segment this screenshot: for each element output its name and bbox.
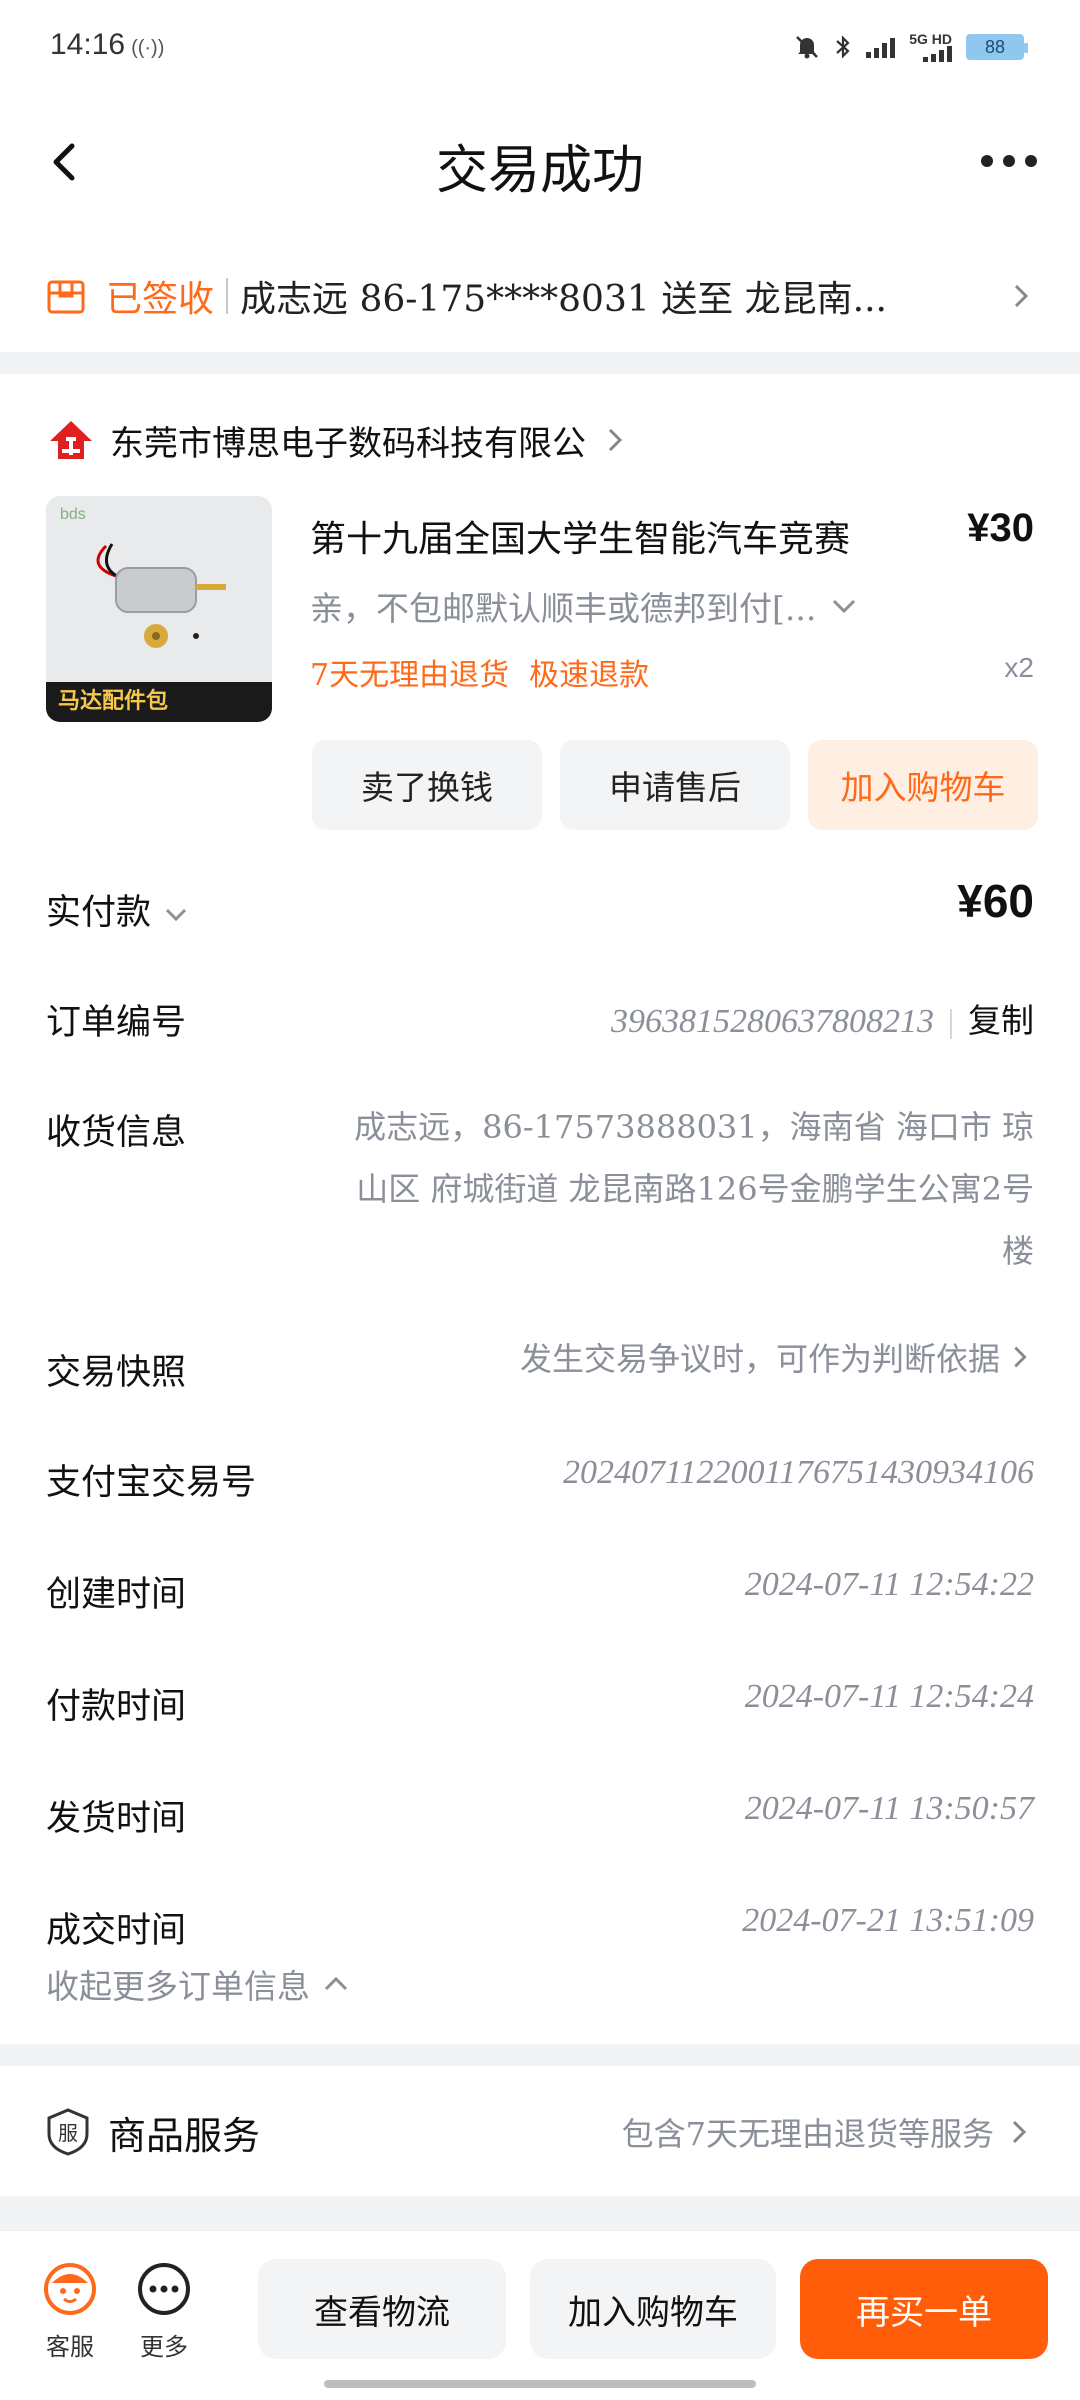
collapse-label: 收起更多订单信息 bbox=[46, 1967, 310, 2006]
motor-illustration bbox=[96, 543, 226, 648]
delivery-address-summary: 成志远 86-175****8031 送至 龙昆南... bbox=[240, 279, 887, 320]
deal-time-label: 成交时间 bbox=[46, 1911, 187, 1951]
network-type-label: 5G HD bbox=[909, 31, 952, 47]
snapshot-value: 发生交易争议时，可作为判断依据 bbox=[519, 1340, 1000, 1378]
product-card[interactable]: bds 马达配件包 第十九届全国大学生智能汽车竞赛 ¥30 亲，不包邮默认顺丰或… bbox=[46, 496, 1034, 726]
signal-icon-2: 5G HD bbox=[909, 32, 952, 62]
delivery-status-label: 已签收 bbox=[106, 279, 215, 320]
alipay-label: 支付宝交易号 bbox=[46, 1463, 257, 1503]
alipay-value: 2024071122001176751430934106 bbox=[563, 1454, 1034, 1491]
chevron-up-icon bbox=[324, 1976, 348, 1991]
address-label: 收货信息 bbox=[46, 1113, 187, 1153]
product-actions: 卖了换钱 申请售后 加入购物车 bbox=[312, 740, 1038, 830]
enterprise-icon bbox=[50, 421, 92, 459]
status-time: 14:16 ((·)) bbox=[50, 28, 164, 62]
paid-amount-label: 实付款 bbox=[46, 884, 191, 935]
refund-tag: 极速退款 bbox=[529, 658, 650, 693]
page-title: 交易成功 bbox=[435, 141, 644, 201]
order-number-row: 订单编号 3963815280637808213 复制 bbox=[46, 994, 1034, 1054]
snapshot-label: 交易快照 bbox=[46, 1353, 187, 1393]
service-row[interactable]: 服 商品服务 包含7天无理由退货等服务 bbox=[46, 2092, 1034, 2172]
customer-service-icon bbox=[44, 2263, 96, 2315]
paid-time-label: 付款时间 bbox=[46, 1687, 187, 1727]
order-number-value-group: 3963815280637808213 复制 bbox=[611, 994, 1034, 1042]
after-sales-button[interactable]: 申请售后 bbox=[560, 740, 790, 830]
shop-row[interactable]: 东莞市博思电子数码科技有限公 bbox=[46, 410, 630, 470]
mute-bell-icon bbox=[796, 36, 819, 59]
paid-amount-value: ¥60 bbox=[957, 875, 1034, 927]
bottom-action-bar: 客服 更多 查看物流 加入购物车 再买一单 bbox=[0, 2230, 1080, 2400]
service-value: 包含7天无理由退货等服务 bbox=[621, 2115, 994, 2153]
view-logistics-button[interactable]: 查看物流 bbox=[258, 2259, 506, 2359]
service-label: 商品服务 bbox=[108, 2113, 261, 2158]
alipay-row: 支付宝交易号 2024071122001176751430934106 bbox=[46, 1454, 1034, 1514]
collapse-order-info-button[interactable]: 收起更多订单信息 bbox=[46, 1960, 352, 2008]
deal-time-row: 成交时间 2024-07-21 13:51:09 bbox=[46, 1902, 1034, 1952]
delivery-divider bbox=[226, 278, 229, 314]
product-price: ¥30 bbox=[967, 506, 1034, 550]
copy-order-number-button[interactable]: 复制 bbox=[968, 1001, 1034, 1040]
product-image[interactable]: bds 马达配件包 bbox=[46, 496, 272, 722]
return-tag: 7天无理由退货 bbox=[310, 658, 510, 693]
order-number-label: 订单编号 bbox=[46, 1003, 187, 1043]
shipped-time-row: 发货时间 2024-07-11 13:50:57 bbox=[46, 1790, 1034, 1850]
product-image-tag: 马达配件包 bbox=[46, 682, 272, 722]
home-indicator[interactable] bbox=[324, 2380, 756, 2388]
product-spec[interactable]: 亲，不包邮默认顺丰或德邦到付[... bbox=[310, 582, 950, 630]
chevron-right-icon bbox=[1014, 284, 1029, 308]
add-to-cart-button[interactable]: 加入购物车 bbox=[808, 740, 1038, 830]
more-options-button[interactable] bbox=[974, 146, 1044, 176]
created-time-label: 创建时间 bbox=[46, 1575, 187, 1615]
svg-text:服: 服 bbox=[58, 2121, 78, 2145]
product-tags: 7天无理由退货 极速退款 bbox=[310, 650, 649, 694]
resell-button[interactable]: 卖了换钱 bbox=[312, 740, 542, 830]
product-quantity: x2 bbox=[1004, 652, 1034, 683]
chevron-down-icon bbox=[833, 599, 856, 614]
chevron-right-icon bbox=[1012, 2120, 1027, 2144]
created-time-value: 2024-07-11 12:54:22 bbox=[744, 1566, 1034, 1603]
section-divider bbox=[0, 352, 1080, 374]
bluetooth-icon bbox=[836, 35, 850, 59]
section-divider bbox=[0, 2044, 1080, 2066]
bottom-add-to-cart-button[interactable]: 加入购物车 bbox=[530, 2259, 776, 2359]
snapshot-row[interactable]: 交易快照 发生交易争议时，可作为判断依据 bbox=[46, 1334, 1034, 1394]
paid-time-value: 2024-07-11 12:54:24 bbox=[744, 1678, 1034, 1715]
more-icon bbox=[138, 2263, 190, 2315]
chevron-right-icon bbox=[1014, 1346, 1027, 1368]
customer-service-label: 客服 bbox=[46, 2333, 94, 2361]
hotspot-icon: ((·)) bbox=[131, 37, 165, 59]
status-time-text: 14:16 bbox=[50, 28, 126, 61]
snapshot-value-group: 发生交易争议时，可作为判断依据 bbox=[520, 1334, 1034, 1380]
section-divider bbox=[0, 2196, 1080, 2230]
shop-name: 东莞市博思电子数码科技有限公 bbox=[110, 423, 586, 464]
paid-time-row: 付款时间 2024-07-11 12:54:24 bbox=[46, 1678, 1034, 1738]
order-number-value: 3963815280637808213 bbox=[611, 1003, 934, 1040]
nav-bar: 交易成功 bbox=[0, 96, 1080, 226]
paid-amount-row[interactable]: 实付款 ¥60 bbox=[46, 875, 1034, 944]
address-row: 收货信息 成志远，86-17573888031，海南省 海口市 琼山区 府城街道… bbox=[46, 1104, 1034, 1304]
battery-icon: 88 bbox=[966, 34, 1028, 60]
customer-service-button[interactable]: 客服 bbox=[30, 2261, 110, 2362]
more-label: 更多 bbox=[140, 2333, 188, 2361]
shipped-time-value: 2024-07-11 13:50:57 bbox=[744, 1790, 1034, 1827]
status-icons: 5G HD 88 bbox=[794, 32, 1028, 62]
product-title: 第十九届全国大学生智能汽车竞赛 bbox=[310, 519, 851, 560]
buy-again-button[interactable]: 再买一单 bbox=[800, 2259, 1048, 2359]
created-time-row: 创建时间 2024-07-11 12:54:22 bbox=[46, 1566, 1034, 1626]
chevron-right-icon bbox=[608, 428, 623, 452]
status-bar: 14:16 ((·)) 5G HD 88 bbox=[0, 0, 1080, 96]
more-button[interactable]: 更多 bbox=[124, 2261, 204, 2362]
address-value: 成志远，86-17573888031，海南省 海口市 琼山区 府城街道 龙昆南路… bbox=[354, 1108, 1034, 1270]
signal-icon-1 bbox=[866, 36, 896, 58]
chevron-down-icon bbox=[165, 908, 187, 921]
product-spec-text: 亲，不包邮默认顺丰或德邦到付[... bbox=[310, 589, 817, 628]
deal-time-value: 2024-07-21 13:51:09 bbox=[742, 1902, 1034, 1939]
package-icon bbox=[47, 280, 85, 314]
delivery-status-row[interactable]: 已签收 成志远 86-175****8031 送至 龙昆南... bbox=[0, 246, 1080, 346]
service-badge-icon: 服 bbox=[47, 2108, 89, 2156]
shipped-time-label: 发货时间 bbox=[46, 1799, 187, 1839]
